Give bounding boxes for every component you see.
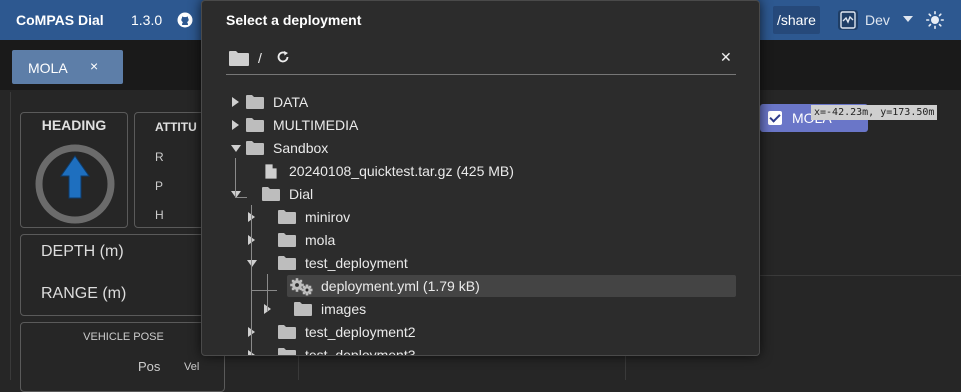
close-icon[interactable]: ✕ [720,49,732,66]
folder-icon [277,324,297,343]
folder-icon [245,94,265,113]
chevron-down-icon[interactable] [231,145,241,152]
path-bar[interactable]: / ✕ [226,45,736,75]
vehicle-pose-panel: VEHICLE POSE Pos Vel [20,322,225,392]
chevron-down-icon[interactable] [903,16,913,22]
folder-icon [277,232,297,251]
tab-mola[interactable]: MOLA × [12,50,123,84]
tree-item-label: test_deployment2 [305,324,416,340]
tree-item-label: mola [305,232,336,248]
tree-folder-row[interactable]: MULTIMEDIA [222,114,722,136]
sun-icon[interactable] [926,11,944,29]
tree-item-label: test_deployment [305,255,408,271]
gears-icon [289,278,315,299]
folder-icon [245,140,265,159]
depth-range-panel: DEPTH (m) RANGE (m) [20,234,214,316]
attitude-roll-label: R [155,150,164,164]
attitude-heading-label: H [155,208,164,222]
tree-item-label: deployment.yml (1.79 kB) [321,278,480,294]
folder-icon [277,347,297,355]
environment-icon[interactable] [838,10,858,30]
heading-title: HEADING [41,117,107,133]
app-version: 1.3.0 [131,12,163,28]
github-icon[interactable] [177,12,193,28]
tree-item-label: images [321,301,367,317]
vehicle-pose-title: VEHICLE POSE [83,331,164,343]
tree-item-label: DATA [273,94,309,110]
tree-item-label: Sandbox [273,140,329,156]
pose-col-vel: Vel [184,361,200,373]
tree-folder-row[interactable]: test_deployment3 [222,344,722,356]
folder-icon [293,301,313,320]
tree-guide-line [235,197,247,198]
chevron-right-icon[interactable] [232,97,239,107]
checkbox-checked-icon[interactable] [768,111,782,125]
dialog-title: Select a deployment [226,12,362,28]
attitude-pitch-label: P [155,179,164,193]
tree-guide-line [267,274,268,311]
tree-item-label: test_deployment3 [305,347,416,356]
refresh-icon[interactable] [276,50,290,64]
tree-file-row[interactable]: 20240108_quicktest.tar.gz (425 MB) [222,160,722,182]
tree-folder-row[interactable]: test_deployment [222,252,722,274]
tree-folder-row[interactable]: images [222,298,722,320]
tree-guide-line [251,290,277,291]
folder-icon [229,51,249,66]
attitude-title: ATTITU [155,120,197,134]
tree-guide-line [251,205,252,355]
close-icon[interactable]: × [90,58,98,74]
range-label: RANGE (m) [41,285,127,302]
select-deployment-dialog: Select a deployment / ✕ DATA MULTIMEDIA Sa… [201,0,760,356]
chevron-down-icon[interactable] [247,260,257,267]
tree-item-label: 20240108_quicktest.tar.gz (425 MB) [289,163,514,179]
coordinate-readout: x=-42.23m, y=173.50m [811,105,938,120]
heading-panel: HEADING [20,112,128,228]
tree-folder-row[interactable]: test_deployment2 [222,321,722,343]
tree-item-label: MULTIMEDIA [273,117,359,133]
folder-icon [277,209,297,228]
current-path: / [258,50,262,66]
tree-file-row[interactable]: deployment.yml (1.79 kB) [287,275,736,297]
file-icon [264,163,278,183]
app-title: CoMPAS Dial [16,12,104,28]
tab-label: MOLA [28,60,68,76]
folder-icon [277,255,297,274]
tree-folder-row[interactable]: Sandbox [222,137,722,159]
depth-label: DEPTH (m) [41,243,124,260]
tree-guide-line [235,158,236,197]
share-button[interactable]: /share [773,6,820,34]
panel-divider [10,92,11,380]
tree-folder-row[interactable]: Dial [222,183,722,205]
tree-item-label: minirov [305,209,351,225]
compass-gauge [35,144,115,224]
folder-icon [261,186,281,205]
tree-item-label: Dial [289,186,314,202]
tree-folder-row[interactable]: minirov [222,206,722,228]
pose-col-pos: Pos [138,359,161,374]
tree-folder-row[interactable]: mola [222,229,722,251]
chevron-right-icon[interactable] [232,120,239,130]
environment-label[interactable]: Dev [865,12,890,28]
tree-folder-row[interactable]: DATA [222,91,722,113]
folder-icon [245,117,265,136]
